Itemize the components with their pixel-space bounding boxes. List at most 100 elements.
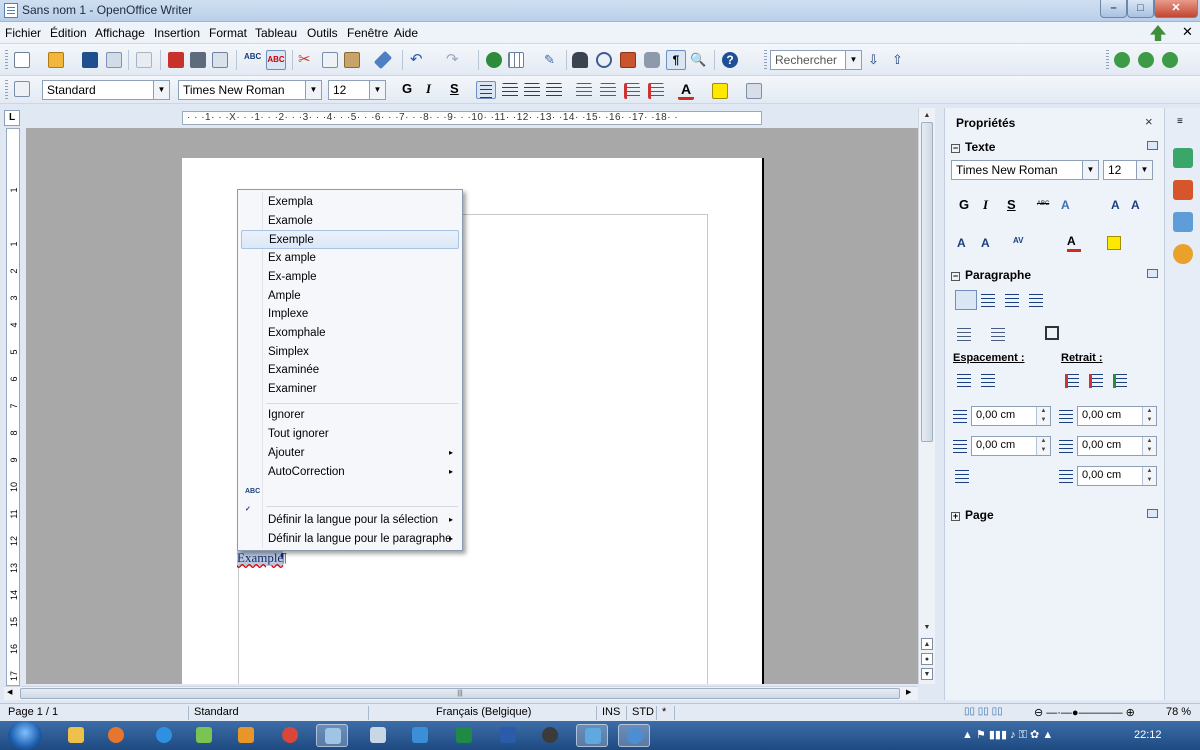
selection-mode[interactable]: STD — [632, 706, 654, 718]
menu-edition[interactable]: Édition — [50, 26, 87, 40]
spinner-icon[interactable]: ▲ ▼ — [1036, 437, 1050, 455]
suggestion-item[interactable]: Simplex — [241, 343, 459, 362]
menu-fenetre[interactable]: Fenêtre — [347, 26, 388, 40]
sidebar-align-left-icon[interactable] — [955, 290, 977, 310]
taskbar-app[interactable] — [534, 724, 566, 747]
taskbar-app[interactable] — [274, 724, 306, 747]
suggestion-item[interactable]: Examinée — [241, 361, 459, 380]
below-paragraph-spacing-input[interactable]: 0,00 cm ▲ ▼ — [971, 436, 1051, 456]
hanging-indent-icon[interactable] — [1113, 374, 1127, 388]
line-spacing-icon[interactable] — [955, 470, 969, 484]
tab-stop-selector[interactable]: L — [4, 110, 20, 126]
scrollbar-thumb[interactable] — [921, 122, 933, 442]
print-icon[interactable] — [190, 52, 206, 68]
show-draw-functions-icon[interactable]: ✎ — [544, 52, 560, 68]
increase-font-icon[interactable]: A — [1111, 198, 1125, 212]
horizontal-scrollbar[interactable]: ◀ ||| ▶ — [4, 686, 918, 700]
formatting-marks-icon[interactable]: ¶ — [666, 50, 686, 70]
chevron-down-icon[interactable]: ▼ — [369, 81, 385, 99]
scroll-up-icon[interactable]: ▲ — [921, 110, 933, 122]
suggestion-item[interactable]: Ex ample — [241, 249, 459, 268]
menu-fichier[interactable]: Fichier — [5, 26, 41, 40]
taskbar-app[interactable] — [492, 724, 524, 747]
find-replace-icon[interactable] — [572, 52, 588, 68]
decrease-indent-icon[interactable] — [624, 83, 640, 99]
update-download-icon[interactable] — [1150, 25, 1166, 41]
ignore-item[interactable]: Ignorer — [241, 406, 459, 425]
sidebar-numbering-icon[interactable] — [991, 328, 1005, 342]
decrease-indent-icon[interactable] — [1089, 374, 1103, 388]
chevron-down-icon[interactable]: ▼ — [1082, 161, 1098, 179]
scroll-down-icon[interactable]: ▼ — [921, 622, 933, 634]
suggestion-item-highlighted[interactable]: Exemple — [241, 230, 459, 249]
clone-formatting-icon[interactable] — [373, 50, 393, 70]
font-size-select[interactable]: 12 ▼ — [328, 80, 386, 100]
language-status[interactable]: Français (Belgique) — [436, 706, 531, 718]
spelling-icon[interactable]: ABC — [244, 52, 261, 68]
subscript-icon[interactable]: A — [981, 236, 995, 250]
spinner-icon[interactable]: ▲ ▼ — [1142, 467, 1156, 485]
close-sidebar-icon[interactable]: × — [1145, 114, 1153, 129]
italic-button[interactable]: I — [426, 81, 431, 97]
toolbar-grip[interactable] — [5, 50, 8, 70]
paragraph-style-select[interactable]: Standard ▼ — [42, 80, 170, 100]
spinner-icon[interactable]: ▲ ▼ — [1142, 407, 1156, 425]
cut-icon[interactable]: ✂ — [298, 52, 314, 68]
insert-mode[interactable]: INS — [602, 706, 620, 718]
chevron-down-icon[interactable]: ▼ — [153, 81, 169, 99]
taskbar-app[interactable] — [100, 724, 132, 747]
page-section-header[interactable]: + Page — [951, 508, 994, 522]
extension-red-icon[interactable] — [1138, 52, 1154, 68]
sidebar-bold-button[interactable]: G — [959, 197, 969, 212]
sidebar-highlighting-icon[interactable] — [1107, 236, 1121, 250]
shadow-icon[interactable]: A — [1061, 198, 1075, 212]
page-style[interactable]: Standard — [194, 706, 239, 718]
hyperlink-icon[interactable] — [486, 52, 502, 68]
open-folder-icon[interactable] — [48, 52, 64, 68]
view-layout-icon[interactable]: ▯▯ ▯▯ ▯▯ — [964, 706, 1003, 717]
more-options-icon[interactable] — [1147, 141, 1158, 150]
tray-icons[interactable]: ▲ ⚑ ▮▮▮ ♪ ⚿ ✿ ▲ — [962, 728, 1053, 742]
properties-tab-icon[interactable] — [1173, 148, 1193, 168]
align-left-icon[interactable] — [476, 81, 496, 99]
misspelled-word[interactable]: Example — [237, 550, 284, 566]
more-options-icon[interactable] — [1147, 509, 1158, 518]
character-spacing-icon[interactable]: AV — [1013, 236, 1027, 250]
strikethrough-icon[interactable]: ABC — [1037, 201, 1051, 215]
zoom-level[interactable]: 78 % — [1166, 706, 1191, 718]
taskbar-app[interactable] — [448, 724, 480, 747]
chevron-down-icon[interactable]: ▼ — [1136, 161, 1152, 179]
taskbar-app[interactable] — [148, 724, 180, 747]
spelling-dialog-item[interactable]: ABC ✓ — [241, 482, 459, 513]
decrease-spacing-icon[interactable] — [981, 374, 995, 388]
add-to-dictionary-item[interactable]: Ajouter ▸ — [241, 444, 459, 463]
chevron-down-icon[interactable]: ▼ — [305, 81, 321, 99]
sidebar-align-center-icon[interactable] — [981, 294, 995, 308]
autocorrect-item[interactable]: AutoCorrection ▸ — [241, 463, 459, 482]
zoom-icon[interactable]: 🔍 — [690, 52, 706, 68]
print-preview-icon[interactable] — [212, 52, 228, 68]
taskbar-app[interactable] — [60, 724, 92, 747]
font-color-icon[interactable]: A — [678, 81, 694, 100]
suggestion-item[interactable]: Implexe — [241, 305, 459, 324]
extension-blue-icon[interactable] — [1162, 52, 1178, 68]
redo-icon[interactable]: ↷ — [446, 52, 462, 68]
scroll-left-icon[interactable]: ◀ — [7, 688, 12, 696]
taskbar-app[interactable] — [230, 724, 262, 747]
align-right-icon[interactable] — [524, 83, 540, 99]
menu-affichage[interactable]: Affichage — [95, 26, 145, 40]
paragraph-section-header[interactable]: − Paragraphe — [951, 268, 1031, 282]
horizontal-ruler[interactable]: · · ·1· · ·X· · ·1· · ·2· · ·3· · ·4· · … — [182, 111, 762, 125]
spinner-icon[interactable]: ▲ ▼ — [1142, 437, 1156, 455]
after-text-indent-input[interactable]: 0,00 cm ▲ ▼ — [1077, 436, 1157, 456]
font-name-select[interactable]: Times New Roman ▼ — [178, 80, 322, 100]
sidebar-underline-button[interactable]: S — [1007, 197, 1016, 212]
zoom-slider[interactable]: ⊖ —·—●———— ⊕ — [1034, 706, 1135, 719]
suggestion-item[interactable]: Ex-ample — [241, 268, 459, 287]
gallery-icon[interactable] — [620, 52, 636, 68]
search-input[interactable]: Rechercher ▼ — [770, 50, 862, 70]
first-line-indent-input[interactable]: 0,00 cm ▲ ▼ — [1077, 466, 1157, 486]
set-language-paragraph-item[interactable]: Définir la langue pour le paragraphe ▸ — [241, 530, 459, 549]
sidebar-italic-button[interactable]: I — [983, 197, 988, 213]
taskbar-app-active[interactable] — [618, 724, 650, 747]
